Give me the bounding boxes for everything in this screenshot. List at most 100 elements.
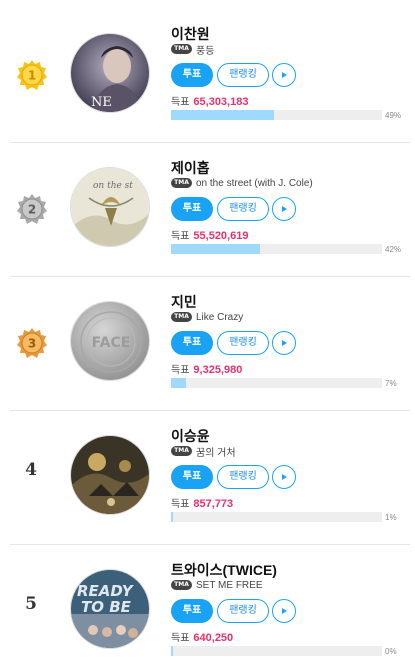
play-icon	[282, 206, 287, 212]
vote-percent: 1%	[385, 513, 397, 522]
votes-label: 득표	[171, 231, 190, 242]
silver-medal-icon: 2	[16, 193, 48, 225]
votes-label: 득표	[171, 499, 190, 510]
fan-ranking-button[interactable]: 팬랭킹	[217, 599, 269, 623]
vote-progress-bar	[171, 244, 382, 254]
gold-medal-icon: 1	[16, 59, 48, 91]
album-cover[interactable]	[70, 435, 150, 515]
tma-badge: TMA	[171, 312, 192, 322]
vote-progress-fill	[171, 110, 275, 120]
action-buttons: 투표 팬랭킹	[171, 331, 296, 355]
ranking-item: 1 NE 이찬원 TMA 풍등 투표 팬랭킹 득표 65,303,183 49%	[10, 0, 410, 134]
play-button[interactable]	[272, 197, 296, 221]
fan-ranking-button[interactable]: 팬랭킹	[217, 197, 269, 221]
votes-value: 640,250	[193, 632, 234, 644]
votes-label: 득표	[171, 633, 190, 644]
vote-progress-fill	[171, 512, 173, 522]
item-info: 이찬원 TMA 풍등 투표 팬랭킹 득표 65,303,183 49%	[171, 0, 406, 134]
votes-value: 55,520,619	[193, 230, 249, 242]
ranking-item: 3 FACE 지민 TMA Like Crazy 투표 팬랭킹 득표 9,325…	[10, 268, 410, 402]
fan-ranking-button[interactable]: 팬랭킹	[217, 331, 269, 355]
song-title: Like Crazy	[196, 311, 244, 323]
vote-percent: 49%	[385, 111, 402, 120]
album-cover[interactable]: NE	[70, 33, 150, 113]
vote-button[interactable]: 투표	[171, 63, 213, 87]
vote-progress-fill	[171, 646, 173, 656]
vote-progress-bar	[171, 110, 382, 120]
play-button[interactable]	[272, 599, 296, 623]
votes-label: 득표	[171, 365, 190, 376]
vote-progress-bar	[171, 512, 382, 522]
fan-ranking-button[interactable]: 팬랭킹	[217, 465, 269, 489]
bronze-medal-icon: 3	[16, 327, 48, 359]
vote-count: 득표 65,303,183	[171, 93, 249, 108]
svg-text:3: 3	[28, 337, 36, 351]
vote-progress-fill	[171, 378, 186, 388]
item-info: 트와이스(TWICE) TMA SET ME FREE 투표 팬랭킹 득표 64…	[171, 536, 406, 661]
item-info: 지민 TMA Like Crazy 투표 팬랭킹 득표 9,325,980 7%	[171, 268, 406, 402]
vote-percent: 7%	[385, 379, 397, 388]
svg-text:NE: NE	[91, 95, 112, 110]
vote-progress-bar	[171, 378, 382, 388]
vote-button[interactable]: 투표	[171, 331, 213, 355]
play-icon	[282, 474, 287, 480]
play-icon	[282, 72, 287, 78]
votes-value: 9,325,980	[193, 364, 243, 376]
votes-label: 득표	[171, 97, 190, 108]
song-title: on the street (with J. Cole)	[196, 177, 313, 189]
album-cover[interactable]: on the st	[70, 167, 150, 247]
tma-badge: TMA	[171, 446, 192, 456]
fan-ranking-button[interactable]: 팬랭킹	[217, 63, 269, 87]
svg-text:FACE: FACE	[92, 335, 131, 351]
vote-button[interactable]: 투표	[171, 465, 213, 489]
song-title: 꿈의 거처	[196, 447, 236, 459]
votes-value: 65,303,183	[193, 96, 249, 108]
album-cover[interactable]: READY TO BE	[70, 569, 150, 649]
svg-text:2: 2	[28, 203, 36, 217]
play-icon	[282, 340, 287, 346]
tma-badge: TMA	[171, 580, 192, 590]
song-title: 풍등	[196, 45, 215, 57]
item-info: 제이홉 TMA on the street (with J. Cole) 투표 …	[171, 134, 406, 268]
tma-badge: TMA	[171, 44, 192, 54]
artist-name: 지민	[171, 294, 197, 310]
song-title: SET ME FREE	[196, 579, 263, 591]
tma-badge: TMA	[171, 178, 192, 188]
song-line: TMA Like Crazy	[171, 310, 243, 324]
vote-count: 득표 857,773	[171, 495, 234, 510]
song-line: TMA 풍등	[171, 42, 215, 57]
album-cover[interactable]: FACE	[70, 301, 150, 381]
vote-count: 득표 55,520,619	[171, 227, 249, 242]
artist-name: 트와이스(TWICE)	[171, 562, 277, 578]
rank-number: 5	[25, 594, 37, 614]
action-buttons: 투표 팬랭킹	[171, 197, 296, 221]
vote-button[interactable]: 투표	[171, 197, 213, 221]
vote-count: 득표 640,250	[171, 629, 234, 644]
song-line: TMA SET ME FREE	[171, 578, 263, 592]
action-buttons: 투표 팬랭킹	[171, 63, 296, 87]
rank-number: 4	[25, 460, 37, 480]
vote-percent: 0%	[385, 647, 397, 656]
play-icon	[282, 608, 287, 614]
play-button[interactable]	[272, 63, 296, 87]
ranking-item: 5 READY TO BE 트와이스(TWICE) TMA SET ME FRE…	[10, 536, 410, 661]
vote-count: 득표 9,325,980	[171, 361, 243, 376]
ranking-item: 2 on the st 제이홉 TMA on the street (with …	[10, 134, 410, 268]
vote-percent: 42%	[385, 245, 402, 254]
play-button[interactable]	[272, 465, 296, 489]
artist-name: 제이홉	[171, 160, 210, 176]
vote-button[interactable]: 투표	[171, 599, 213, 623]
song-line: TMA on the street (with J. Cole)	[171, 176, 313, 190]
svg-text:TO BE: TO BE	[81, 598, 132, 616]
ranking-item: 4 이승윤 TMA 꿈의 거처 투표 팬랭킹 득표 857,773 1%	[10, 402, 410, 536]
svg-text:1: 1	[28, 69, 36, 83]
votes-value: 857,773	[193, 498, 234, 510]
vote-progress-bar	[171, 646, 382, 656]
item-info: 이승윤 TMA 꿈의 거처 투표 팬랭킹 득표 857,773 1%	[171, 402, 406, 536]
action-buttons: 투표 팬랭킹	[171, 465, 296, 489]
song-line: TMA 꿈의 거처	[171, 444, 236, 459]
action-buttons: 투표 팬랭킹	[171, 599, 296, 623]
svg-text:on the st: on the st	[93, 181, 133, 191]
play-button[interactable]	[272, 331, 296, 355]
vote-progress-fill	[171, 244, 260, 254]
